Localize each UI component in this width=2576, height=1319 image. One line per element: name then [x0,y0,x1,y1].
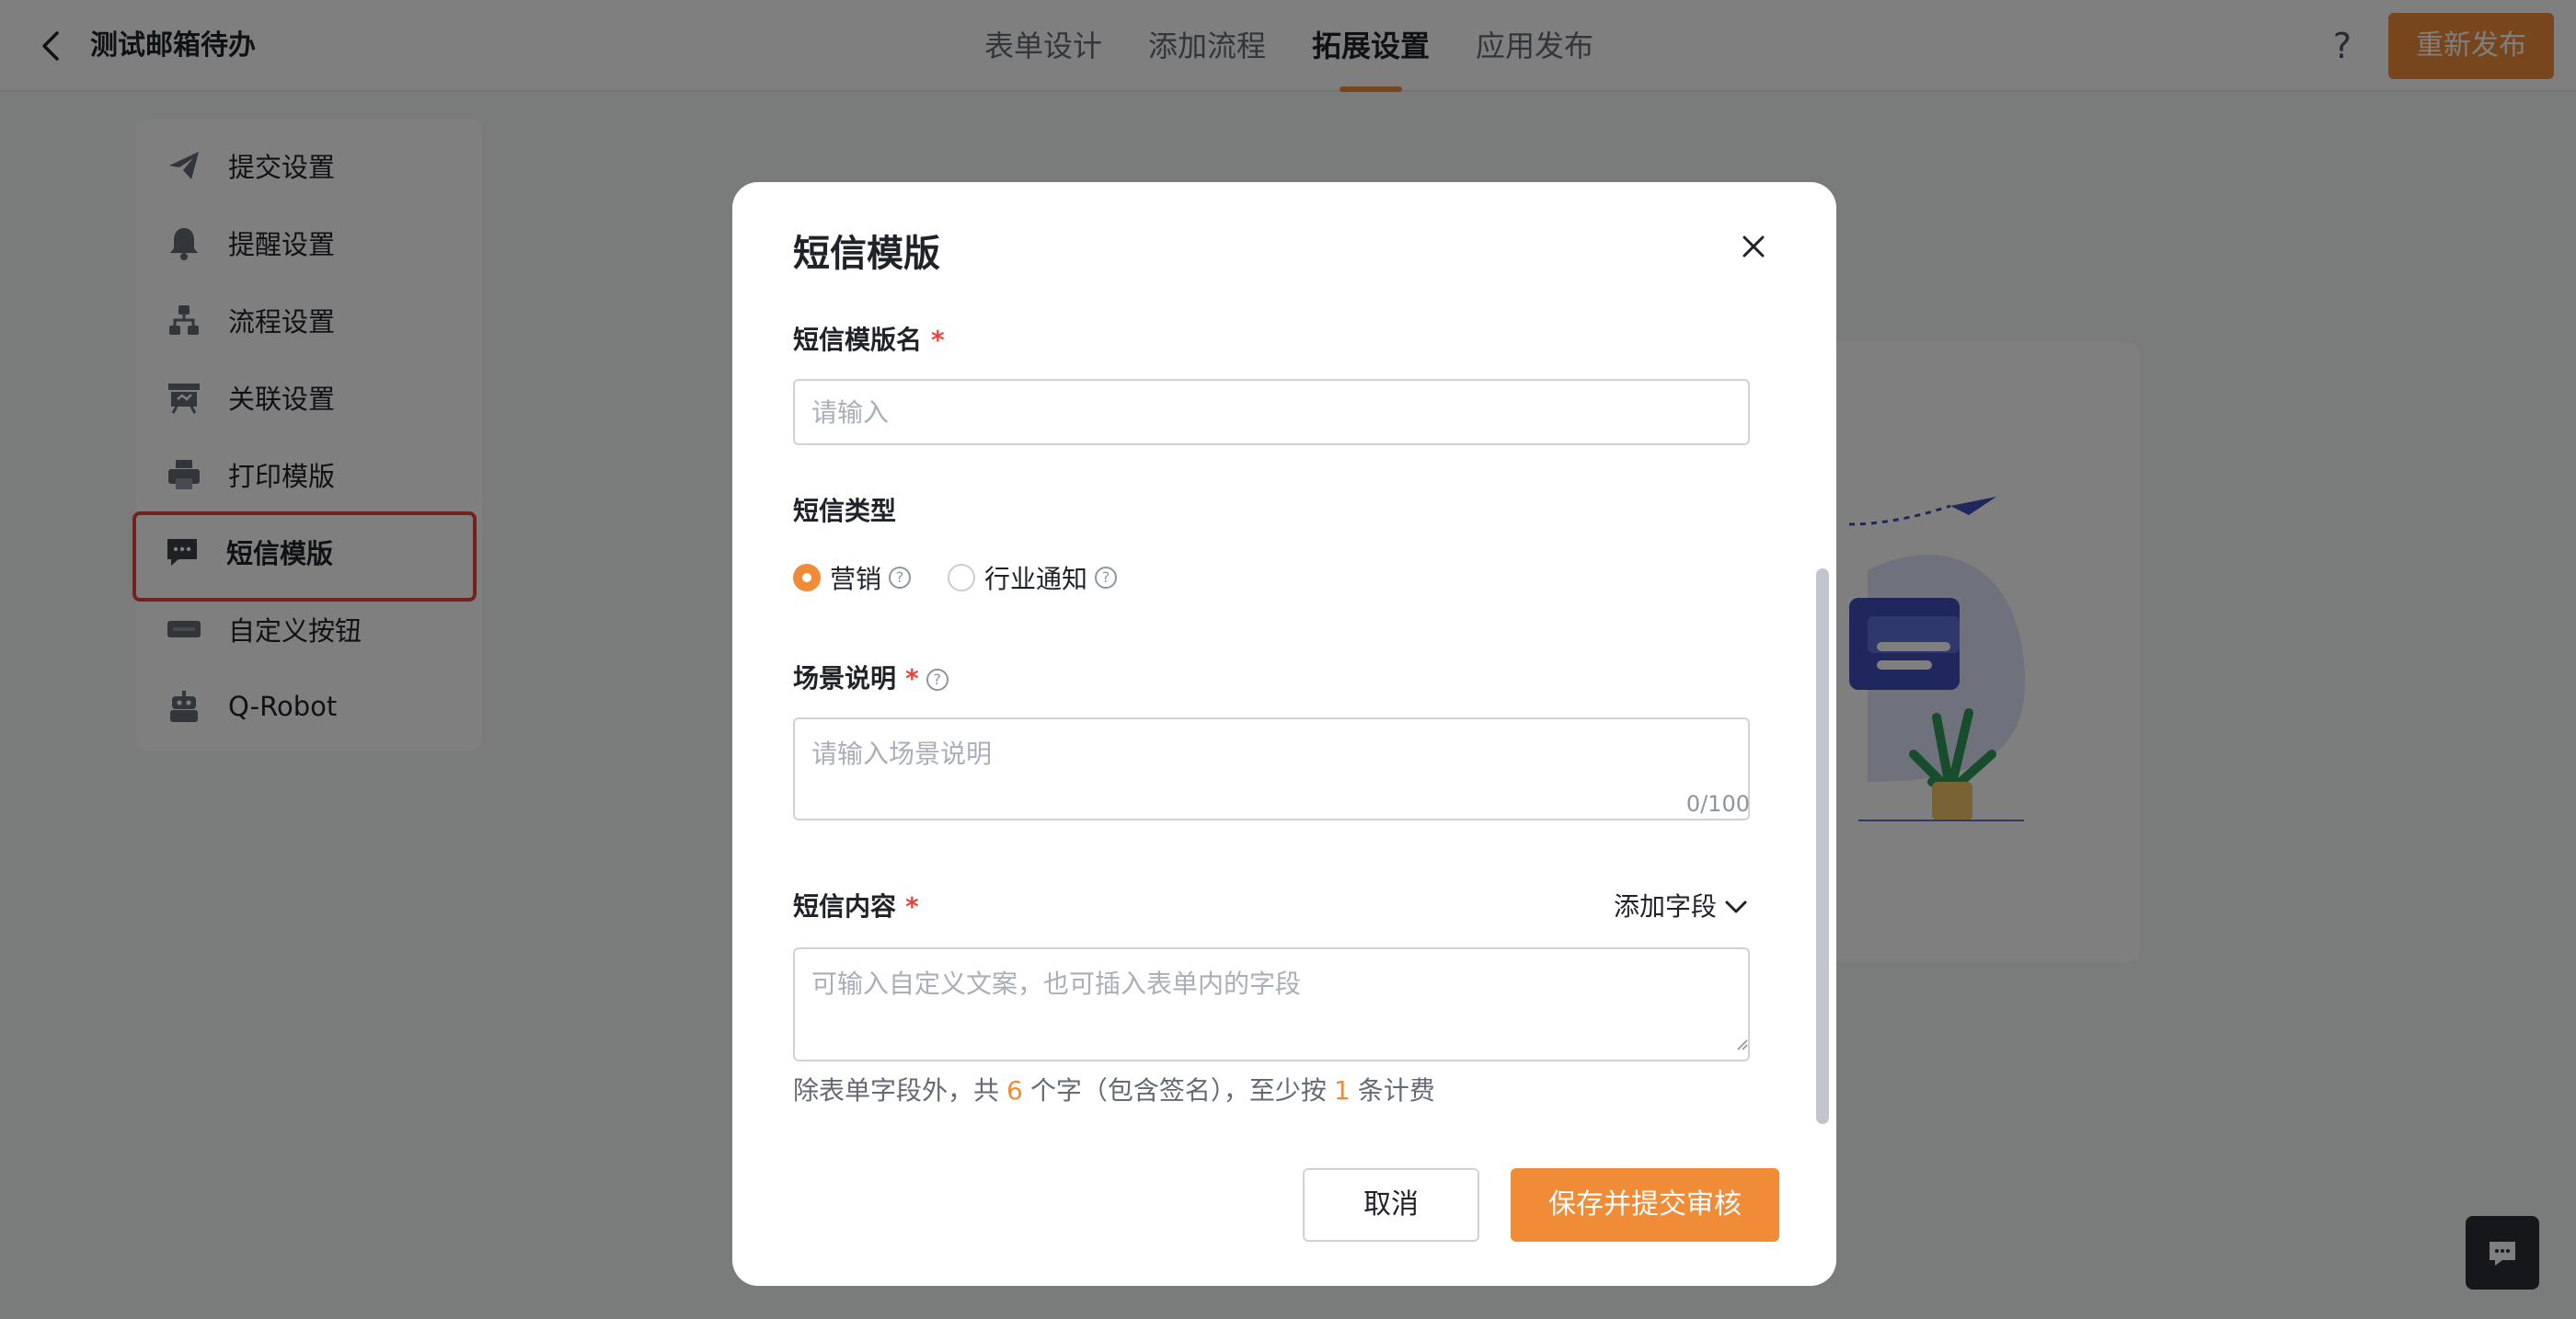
char-count: 6 [1006,1075,1023,1106]
sms-content-label: 短信内容 * [793,891,919,922]
radio-button[interactable] [793,564,821,591]
billing-tip: 除表单字段外，共 6 个字（包含签名），至少按 1 条计费 [793,1075,1435,1106]
add-field-dropdown[interactable]: 添加字段 [1614,889,1750,925]
bill-count: 1 [1333,1075,1351,1106]
template-name-input[interactable] [793,379,1750,445]
question-circle-icon[interactable]: ? [889,567,912,589]
required-mark: * [905,891,919,922]
sms-template-dialog: 短信模版 短信模版名* 短信类型 营销 ? 行业通知 ? 场景说明*? 0/10… [732,182,1836,1286]
save-and-submit-button[interactable]: 保存并提交审核 [1511,1168,1779,1242]
radio-button[interactable] [948,564,976,591]
sms-type-label: 短信类型 [793,496,897,526]
sms-content-textarea[interactable] [793,947,1750,1061]
sms-type-radio-group: 营销 ? 行业通知 ? [793,559,1154,596]
dialog-scrollbar[interactable] [1816,568,1829,1124]
scene-description-label: 场景说明 *? [793,660,949,697]
chevron-down-icon [1725,900,1747,913]
close-icon [1742,235,1765,258]
resize-handle-icon[interactable] [1735,1038,1748,1050]
scene-description-textarea[interactable] [793,717,1750,820]
char-counter: 0/100 [1685,791,1750,817]
sms-type-option-marketing[interactable]: 营销 ? [793,559,912,596]
question-circle-icon[interactable]: ? [926,669,949,691]
required-mark: * [905,663,919,694]
question-circle-icon[interactable]: ? [1095,567,1118,589]
cancel-button[interactable]: 取消 [1303,1168,1479,1242]
dialog-title: 短信模版 [793,233,940,275]
sms-type-option-industry-notice[interactable]: 行业通知 ? [948,559,1118,596]
close-button[interactable] [1735,228,1772,265]
required-mark: * [931,325,945,355]
template-name-label: 短信模版名 * [793,325,945,355]
